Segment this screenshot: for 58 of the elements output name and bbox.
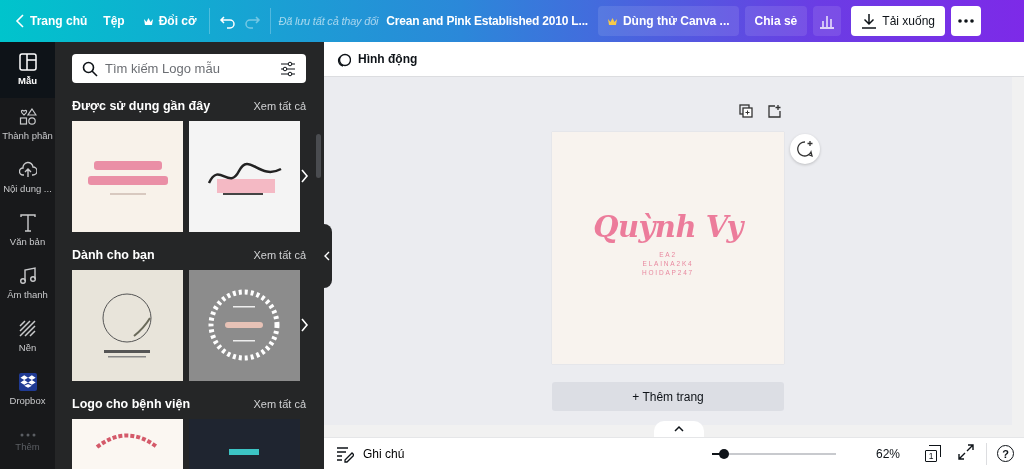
notes-button[interactable]: Ghi chú (336, 444, 405, 463)
sidebar-item[interactable]: Dropbox (0, 362, 55, 416)
animate-button[interactable]: Hình động (334, 47, 420, 71)
undo-icon (218, 13, 236, 29)
animate-icon (336, 51, 351, 67)
more-icon (958, 19, 974, 23)
sidebar-item[interactable]: Thành phần (0, 97, 55, 151)
chevron-left-icon (324, 251, 330, 261)
insights-button[interactable] (813, 6, 842, 36)
bar-chart-icon (819, 13, 836, 29)
section-title: Dành cho bạn (72, 248, 155, 262)
stripes-icon (18, 319, 37, 338)
scrollbar[interactable] (1012, 77, 1024, 425)
sidebar-item[interactable]: Nền (0, 309, 55, 363)
notes-icon (336, 444, 354, 463)
crown-icon (142, 15, 154, 27)
more-button[interactable] (951, 6, 981, 36)
see-all-link[interactable]: Xem tất cả (253, 249, 306, 261)
share-button[interactable]: Chia sẻ (744, 6, 808, 36)
fullscreen-icon (958, 444, 974, 460)
zoom-reading[interactable]: 62% (866, 446, 900, 461)
download-button[interactable]: Tải xuống (851, 6, 945, 36)
filter-icon (280, 60, 296, 77)
music-note-icon (18, 266, 37, 285)
section-title: Được sử dụng gần đây (72, 99, 211, 113)
redo-icon (243, 13, 261, 29)
document-title[interactable]: Crean and Pink Established 2010 L... (386, 14, 588, 28)
cloud-upload-icon (18, 160, 37, 179)
sidebar-item[interactable]: Văn bản (0, 203, 55, 257)
scrollbar[interactable] (316, 134, 321, 178)
see-all-link[interactable]: Xem tất cả (253, 100, 306, 112)
comment-add-icon (796, 140, 814, 158)
search-icon (82, 60, 98, 77)
collapse-panel-handle[interactable] (322, 224, 332, 288)
trial-button[interactable]: Dùng thử Canva ... (597, 6, 739, 36)
duplicate-page-icon (739, 104, 753, 118)
comment-button[interactable] (790, 134, 820, 164)
add-page-icon (767, 104, 781, 118)
back-icon (13, 13, 25, 29)
expand-pages-button[interactable] (654, 421, 704, 437)
add-page-button[interactable]: + Thêm trang (552, 382, 784, 411)
crown-icon (606, 15, 618, 27)
layout-icon (18, 53, 37, 72)
section-title: Logo cho bệnh viện (72, 397, 191, 411)
dropbox-icon (18, 372, 37, 391)
slider-handle[interactable] (719, 448, 730, 459)
sidebar-item[interactable]: Mẫu (0, 42, 55, 98)
chevron-up-icon (674, 425, 684, 433)
more-icon (18, 432, 37, 437)
download-icon (861, 13, 878, 29)
sidebar-item[interactable]: Nội dung ... (0, 150, 55, 204)
text-icon (18, 213, 37, 232)
shapes-icon (18, 107, 37, 126)
save-status: Đã lưu tất cả thay đổi (278, 15, 379, 27)
search-field[interactable]: Tìm kiếm Logo mẫu (72, 54, 306, 83)
see-all-link[interactable]: Xem tất cả (253, 398, 306, 410)
sidebar-item[interactable]: Âm thanh (0, 256, 55, 310)
page-count[interactable]: 1 (925, 445, 942, 462)
